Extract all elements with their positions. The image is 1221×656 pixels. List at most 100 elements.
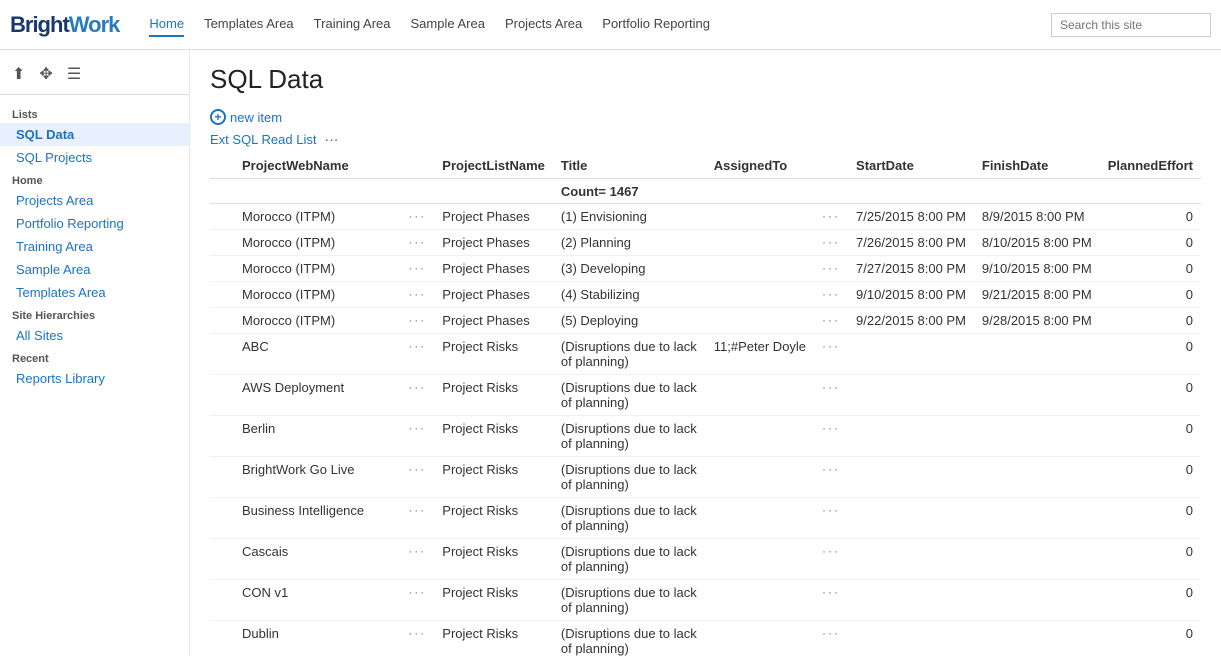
new-item-label: new item: [230, 110, 282, 125]
nav-item-templates[interactable]: Templates Area: [204, 12, 294, 37]
cell-dots2[interactable]: ···: [814, 457, 848, 498]
sidebar-item-templates-area[interactable]: Templates Area: [0, 281, 189, 304]
cell-dots2[interactable]: ···: [814, 498, 848, 539]
list-icon[interactable]: ☰: [67, 64, 81, 84]
cell-dots2[interactable]: ···: [814, 580, 848, 621]
cell-check: [210, 256, 234, 282]
cell-finish-date: [974, 621, 1100, 656]
move-icon[interactable]: ✥: [39, 64, 52, 84]
cell-check: [210, 204, 234, 230]
sidebar-item-portfolio-reporting[interactable]: Portfolio Reporting: [0, 212, 189, 235]
cell-check: [210, 621, 234, 656]
sidebar-item-training-area[interactable]: Training Area: [0, 235, 189, 258]
table-row: Morocco (ITPM) ··· Project Phases (2) Pl…: [210, 230, 1201, 256]
cell-planned-effort: 0: [1100, 621, 1201, 656]
cell-dots1[interactable]: ···: [400, 539, 434, 580]
cell-dots1[interactable]: ···: [400, 621, 434, 656]
cell-project-web-name: BrightWork Go Live: [234, 457, 400, 498]
table-header-row: ProjectWebName ProjectListName Title Ass…: [210, 153, 1201, 179]
new-item-button[interactable]: + new item: [210, 109, 282, 125]
cell-finish-date: [974, 498, 1100, 539]
th-finish-date: FinishDate: [974, 153, 1100, 179]
cell-dots1[interactable]: ···: [400, 308, 434, 334]
cell-title: (2) Planning: [553, 230, 706, 256]
search-input[interactable]: [1051, 13, 1211, 37]
sidebar-item-sample-area[interactable]: Sample Area: [0, 258, 189, 281]
cell-assigned-to: [706, 256, 814, 282]
list-ellipsis-button[interactable]: ···: [324, 131, 338, 147]
layout: ⬆ ✥ ☰ Lists SQL Data SQL Projects Home P…: [0, 50, 1221, 656]
table-row: CON v1 ··· Project Risks (Disruptions du…: [210, 580, 1201, 621]
cell-finish-date: [974, 580, 1100, 621]
cell-project-list-name: Project Risks: [434, 416, 553, 457]
cell-dots1[interactable]: ···: [400, 580, 434, 621]
lists-label: Lists: [0, 103, 189, 123]
count-row: Count= 1467: [210, 179, 1201, 204]
table-row: AWS Deployment ··· Project Risks (Disrup…: [210, 375, 1201, 416]
cell-dots2[interactable]: ···: [814, 308, 848, 334]
nav-item-sample[interactable]: Sample Area: [411, 12, 485, 37]
upload-icon[interactable]: ⬆: [12, 64, 25, 84]
nav-item-training[interactable]: Training Area: [314, 12, 391, 37]
cell-start-date: 7/25/2015 8:00 PM: [848, 204, 974, 230]
cell-assigned-to: [706, 282, 814, 308]
cell-dots1[interactable]: ···: [400, 282, 434, 308]
cell-assigned-to: [706, 308, 814, 334]
sidebar-item-all-sites[interactable]: All Sites: [0, 324, 189, 347]
nav-item-portfolio[interactable]: Portfolio Reporting: [602, 12, 710, 37]
cell-planned-effort: 0: [1100, 498, 1201, 539]
cell-project-web-name: Morocco (ITPM): [234, 230, 400, 256]
cell-dots1[interactable]: ···: [400, 204, 434, 230]
cell-check: [210, 416, 234, 457]
cell-dots1[interactable]: ···: [400, 375, 434, 416]
cell-dots1[interactable]: ···: [400, 457, 434, 498]
cell-assigned-to: [706, 204, 814, 230]
table-row: ABC ··· Project Risks (Disruptions due t…: [210, 334, 1201, 375]
cell-check: [210, 230, 234, 256]
cell-dots2[interactable]: ···: [814, 204, 848, 230]
nav-item-home[interactable]: Home: [149, 12, 184, 37]
sidebar-item-reports-library[interactable]: Reports Library: [0, 367, 189, 390]
cell-finish-date: 9/28/2015 8:00 PM: [974, 308, 1100, 334]
ext-sql-read-list-link[interactable]: Ext SQL Read List: [210, 132, 316, 147]
cell-title: (3) Developing: [553, 256, 706, 282]
cell-planned-effort: 0: [1100, 375, 1201, 416]
cell-dots2[interactable]: ···: [814, 375, 848, 416]
sidebar-item-sql-data[interactable]: SQL Data: [0, 123, 189, 146]
cell-start-date: 7/27/2015 8:00 PM: [848, 256, 974, 282]
cell-dots2[interactable]: ···: [814, 230, 848, 256]
cell-project-web-name: Morocco (ITPM): [234, 282, 400, 308]
cell-dots2[interactable]: ···: [814, 256, 848, 282]
th-title: Title: [553, 153, 706, 179]
cell-dots2[interactable]: ···: [814, 282, 848, 308]
cell-title: (Disruptions due to lack of planning): [553, 457, 706, 498]
cell-dots1[interactable]: ···: [400, 334, 434, 375]
cell-dots1[interactable]: ···: [400, 230, 434, 256]
table-row: Dublin ··· Project Risks (Disruptions du…: [210, 621, 1201, 656]
cell-dots1[interactable]: ···: [400, 416, 434, 457]
list-toolbar: Ext SQL Read List ···: [210, 131, 1201, 147]
cell-check: [210, 498, 234, 539]
cell-title: (Disruptions due to lack of planning): [553, 621, 706, 656]
cell-dots2[interactable]: ···: [814, 621, 848, 656]
cell-finish-date: 8/9/2015 8:00 PM: [974, 204, 1100, 230]
cell-assigned-to: [706, 621, 814, 656]
sidebar-item-sql-projects[interactable]: SQL Projects: [0, 146, 189, 169]
nav-item-projects[interactable]: Projects Area: [505, 12, 582, 37]
cell-dots1[interactable]: ···: [400, 498, 434, 539]
logo-work: Work: [69, 12, 120, 37]
sidebar-item-projects-area[interactable]: Projects Area: [0, 189, 189, 212]
cell-title: (Disruptions due to lack of planning): [553, 334, 706, 375]
cell-dots2[interactable]: ···: [814, 334, 848, 375]
cell-assigned-to: 11;#Peter Doyle: [706, 334, 814, 375]
cell-project-web-name: Business Intelligence: [234, 498, 400, 539]
cell-dots1[interactable]: ···: [400, 256, 434, 282]
cell-dots2[interactable]: ···: [814, 416, 848, 457]
top-nav: BrightWork Home Templates Area Training …: [0, 0, 1221, 50]
table-row: Morocco (ITPM) ··· Project Phases (5) De…: [210, 308, 1201, 334]
cell-dots2[interactable]: ···: [814, 539, 848, 580]
cell-planned-effort: 0: [1100, 416, 1201, 457]
cell-assigned-to: [706, 457, 814, 498]
cell-assigned-to: [706, 498, 814, 539]
cell-project-web-name: Morocco (ITPM): [234, 256, 400, 282]
